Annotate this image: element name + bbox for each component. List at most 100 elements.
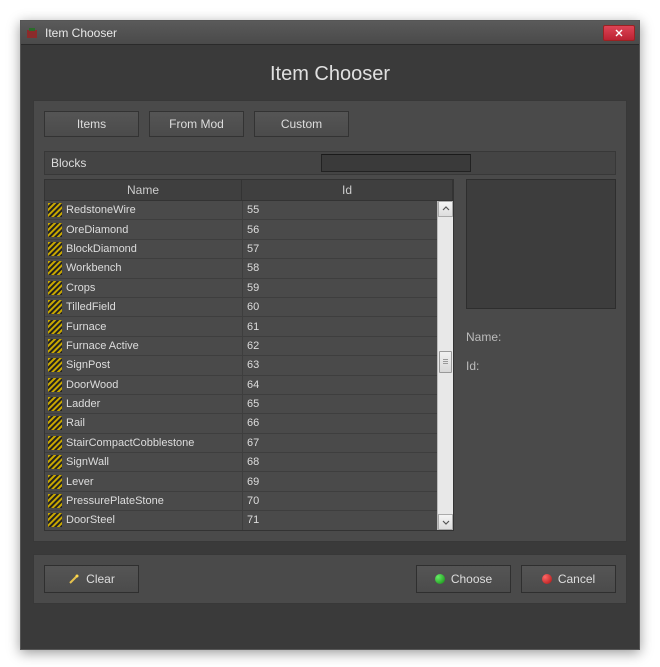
choose-button[interactable]: Choose (416, 565, 511, 593)
scroll-down-button[interactable] (438, 514, 453, 530)
filter-input[interactable] (321, 154, 471, 172)
meta-name-label: Name: (466, 323, 616, 352)
filter-label: Blocks (51, 156, 321, 170)
filter-row: Blocks (44, 151, 616, 175)
row-name: DoorSteel (66, 514, 242, 526)
block-icon (48, 455, 62, 469)
table-row[interactable]: Furnace Active62 (45, 337, 437, 356)
cancel-label: Cancel (558, 572, 595, 586)
side-panel: Name: Id: (466, 179, 616, 531)
block-icon (48, 203, 62, 217)
tab-items[interactable]: Items (44, 111, 139, 137)
content-row: Name Id RedstoneWire55OreDiamond56BlockD… (44, 179, 616, 531)
row-name: TilledField (66, 301, 242, 313)
block-icon (48, 475, 62, 489)
tab-from-mod[interactable]: From Mod (149, 111, 244, 137)
row-name: StairCompactCobblestone (66, 437, 242, 449)
table-row[interactable]: SignWall68 (45, 453, 437, 472)
main-panel: Items From Mod Custom Blocks Name Id Red… (33, 100, 627, 542)
row-name: PressurePlateStone (66, 495, 242, 507)
scroll-up-button[interactable] (438, 201, 453, 217)
row-name: SignWall (66, 456, 242, 468)
tab-row: Items From Mod Custom (44, 111, 616, 137)
block-icon (48, 416, 62, 430)
table-row[interactable]: SignPost63 (45, 356, 437, 375)
clear-label: Clear (86, 572, 115, 586)
clear-button[interactable]: Clear (44, 565, 139, 593)
row-id: 64 (242, 376, 437, 394)
choose-label: Choose (451, 572, 492, 586)
block-icon (48, 223, 62, 237)
table-row[interactable]: DoorSteel71 (45, 511, 437, 530)
titlebar[interactable]: Item Chooser (21, 21, 639, 45)
ok-icon (435, 574, 445, 584)
row-id: 66 (242, 414, 437, 432)
tab-custom[interactable]: Custom (254, 111, 349, 137)
row-id: 57 (242, 240, 437, 258)
table-body: RedstoneWire55OreDiamond56BlockDiamond57… (45, 201, 437, 530)
wand-icon (68, 573, 80, 585)
row-name: BlockDiamond (66, 243, 242, 255)
table-row[interactable]: DoorWood64 (45, 376, 437, 395)
table-row[interactable]: PressurePlateStone70 (45, 492, 437, 511)
row-id: 61 (242, 317, 437, 335)
cancel-button[interactable]: Cancel (521, 565, 616, 593)
table-row[interactable]: StairCompactCobblestone67 (45, 434, 437, 453)
item-preview (466, 179, 616, 309)
row-name: DoorWood (66, 379, 242, 391)
item-chooser-window: Item Chooser Item Chooser Items From Mod… (20, 20, 640, 650)
row-name: Furnace (66, 321, 242, 333)
row-id: 63 (242, 356, 437, 374)
column-id[interactable]: Id (242, 180, 453, 200)
footer: Clear Choose Cancel (33, 554, 627, 604)
block-icon (48, 300, 62, 314)
row-id: 69 (242, 472, 437, 490)
window-body: Item Chooser Items From Mod Custom Block… (21, 45, 639, 616)
table-row[interactable]: BlockDiamond57 (45, 240, 437, 259)
column-name[interactable]: Name (45, 180, 242, 200)
block-icon (48, 358, 62, 372)
row-id: 71 (242, 511, 437, 529)
row-name: Furnace Active (66, 340, 242, 352)
scroll-thumb[interactable] (439, 351, 452, 373)
table-row[interactable]: RedstoneWire55 (45, 201, 437, 220)
app-icon (25, 26, 39, 40)
row-id: 65 (242, 395, 437, 413)
row-name: SignPost (66, 359, 242, 371)
row-name: Rail (66, 417, 242, 429)
item-meta: Name: Id: (466, 323, 616, 381)
block-icon (48, 494, 62, 508)
block-icon (48, 339, 62, 353)
table-row[interactable]: Furnace61 (45, 317, 437, 336)
table-row[interactable]: Ladder65 (45, 395, 437, 414)
block-icon (48, 281, 62, 295)
row-name: OreDiamond (66, 224, 242, 236)
row-id: 55 (242, 201, 437, 219)
meta-id-label: Id: (466, 352, 616, 381)
table-row[interactable]: Rail66 (45, 414, 437, 433)
row-name: Lever (66, 476, 242, 488)
scrollbar[interactable] (437, 201, 453, 530)
block-icon (48, 242, 62, 256)
row-name: RedstoneWire (66, 204, 242, 216)
page-title: Item Chooser (33, 55, 627, 100)
scroll-track[interactable] (438, 217, 453, 514)
row-id: 56 (242, 220, 437, 238)
table-row[interactable]: Lever69 (45, 472, 437, 491)
cancel-icon (542, 574, 552, 584)
table-row[interactable]: Crops59 (45, 279, 437, 298)
block-icon (48, 320, 62, 334)
block-icon (48, 378, 62, 392)
row-name: Workbench (66, 262, 242, 274)
row-id: 62 (242, 337, 437, 355)
table-row[interactable]: TilledField60 (45, 298, 437, 317)
row-id: 58 (242, 259, 437, 277)
row-id: 67 (242, 434, 437, 452)
row-id: 59 (242, 279, 437, 297)
close-button[interactable] (603, 25, 635, 41)
row-name: Ladder (66, 398, 242, 410)
window-title: Item Chooser (45, 26, 603, 40)
table-row[interactable]: Workbench58 (45, 259, 437, 278)
table-row[interactable]: OreDiamond56 (45, 220, 437, 239)
items-table: Name Id RedstoneWire55OreDiamond56BlockD… (44, 179, 454, 531)
